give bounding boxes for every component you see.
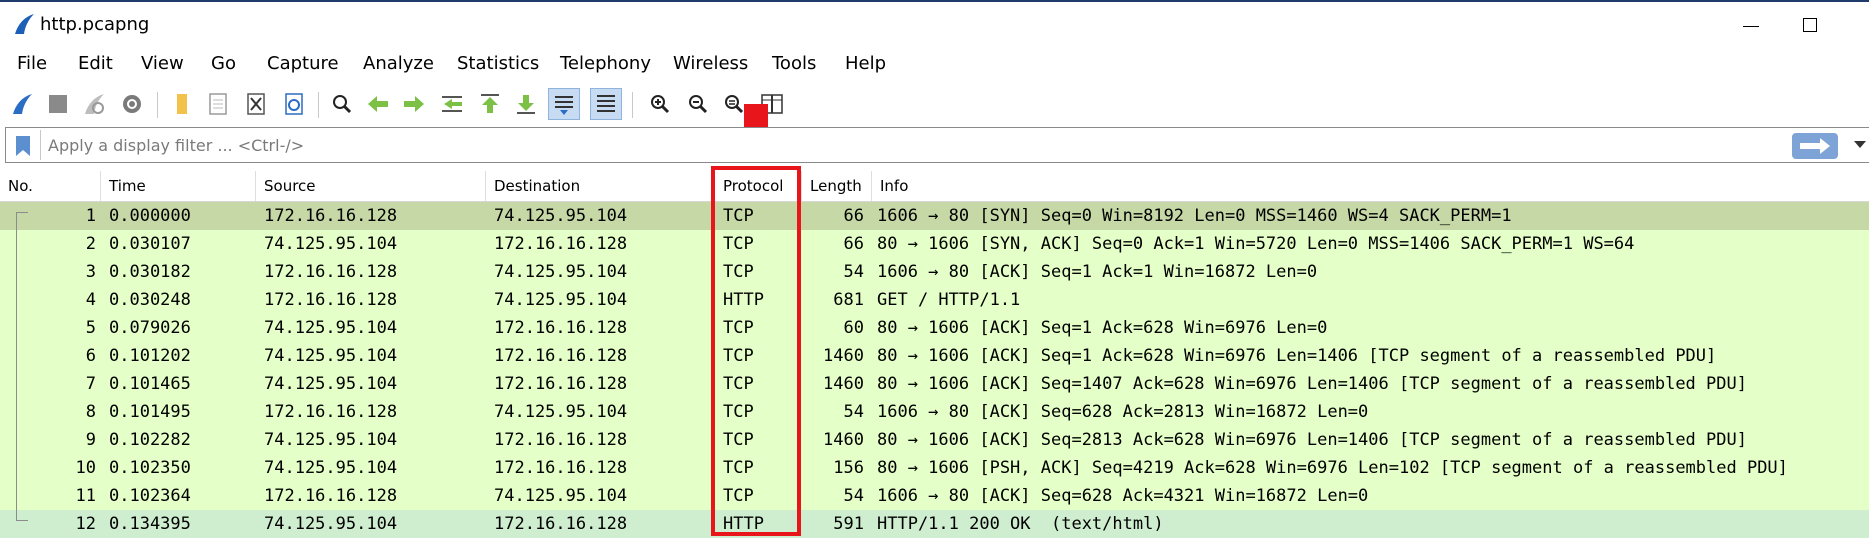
find-packet-icon[interactable] xyxy=(326,88,358,120)
packet-info: 1606 → 80 [SYN] Seq=0 Win=8192 Len=0 MSS… xyxy=(877,206,1512,226)
zoom-in-icon[interactable] xyxy=(644,88,676,120)
menu-edit[interactable]: Edit xyxy=(78,53,113,74)
packet-row[interactable]: 6 0.101202 74.125.95.104 172.16.16.128 T… xyxy=(0,342,1869,370)
conversation-tree-start xyxy=(16,212,28,213)
column-destination[interactable]: Destination xyxy=(486,171,715,201)
wireshark-fin-icon xyxy=(15,14,34,34)
packet-info: 1606 → 80 [ACK] Seq=628 Ack=4321 Win=168… xyxy=(877,486,1369,506)
menu-capture[interactable]: Capture xyxy=(267,53,339,74)
arrow-right-icon xyxy=(1800,138,1830,154)
packet-row[interactable]: 10 0.102350 74.125.95.104 172.16.16.128 … xyxy=(0,454,1869,482)
toolbar-separator xyxy=(318,92,319,118)
maximize-button[interactable] xyxy=(1803,18,1817,32)
packet-info: HTTP/1.1 200 OK (text/html) xyxy=(877,514,1164,534)
packet-info: 80 → 1606 [ACK] Seq=1 Ack=628 Win=6976 L… xyxy=(877,346,1717,366)
menu-file[interactable]: File xyxy=(17,53,47,74)
toolbar-separator xyxy=(157,92,158,118)
go-to-packet-icon[interactable] xyxy=(436,88,468,120)
go-forward-icon[interactable] xyxy=(398,88,430,120)
conversation-tree-end xyxy=(16,520,28,521)
packet-row[interactable]: 9 0.102282 74.125.95.104 172.16.16.128 T… xyxy=(0,426,1869,454)
menu-tools[interactable]: Tools xyxy=(772,53,816,74)
menu-statistics[interactable]: Statistics xyxy=(457,53,539,74)
packet-list-header: No. Time Source Destination Protocol Len… xyxy=(0,171,1869,202)
display-filter-input[interactable] xyxy=(42,128,1782,162)
filter-separator xyxy=(40,130,41,160)
main-toolbar xyxy=(0,84,1869,122)
packet-row[interactable]: 5 0.079026 74.125.95.104 172.16.16.128 T… xyxy=(0,314,1869,342)
packet-row[interactable]: 2 0.030107 74.125.95.104 172.16.16.128 T… xyxy=(0,230,1869,258)
start-capture-icon[interactable] xyxy=(6,88,38,120)
protocol-column-highlight xyxy=(711,166,801,536)
packet-info: GET / HTTP/1.1 xyxy=(877,290,1021,310)
restart-capture-icon[interactable] xyxy=(78,88,110,120)
title-bar: http.pcapng xyxy=(0,0,1869,44)
filter-dropdown-icon[interactable] xyxy=(1854,141,1866,148)
conversation-tree-line xyxy=(16,212,17,520)
column-info[interactable]: Info xyxy=(872,171,1869,201)
capture-options-icon[interactable] xyxy=(116,88,148,120)
packet-row[interactable]: 4 0.030248 172.16.16.128 74.125.95.104 H… xyxy=(0,286,1869,314)
close-file-icon[interactable] xyxy=(240,88,272,120)
menu-view[interactable]: View xyxy=(141,53,184,74)
packet-info: 1606 → 80 [ACK] Seq=1 Ack=1 Win=16872 Le… xyxy=(877,262,1318,282)
packet-row[interactable]: 7 0.101465 74.125.95.104 172.16.16.128 T… xyxy=(0,370,1869,398)
minimize-button[interactable] xyxy=(1743,26,1759,27)
last-packet-icon[interactable] xyxy=(510,88,542,120)
packet-info: 80 → 1606 [PSH, ACK] Seq=4219 Ack=628 Wi… xyxy=(877,458,1788,478)
stop-capture-icon[interactable] xyxy=(42,88,74,120)
menu-bar: File Edit View Go Capture Analyze Statis… xyxy=(0,46,1869,80)
open-file-icon[interactable] xyxy=(166,88,198,120)
bookmark-icon[interactable] xyxy=(14,134,32,158)
packet-row[interactable]: 12 0.134395 74.125.95.104 172.16.16.128 … xyxy=(0,510,1869,538)
toolbar-separator xyxy=(632,92,633,118)
menu-help[interactable]: Help xyxy=(845,53,886,74)
column-length[interactable]: Length xyxy=(802,171,872,201)
packet-row[interactable]: 11 0.102364 172.16.16.128 74.125.95.104 … xyxy=(0,482,1869,510)
autoscroll-icon[interactable] xyxy=(548,88,580,120)
packet-info: 80 → 1606 [ACK] Seq=1 Ack=628 Win=6976 L… xyxy=(877,318,1328,338)
column-no[interactable]: No. xyxy=(0,171,101,201)
window-title: http.pcapng xyxy=(40,14,150,35)
first-packet-icon[interactable] xyxy=(474,88,506,120)
packet-info: 80 → 1606 [SYN, ACK] Seq=0 Ack=1 Win=572… xyxy=(877,234,1635,254)
zoom-out-icon[interactable] xyxy=(682,88,714,120)
packet-row[interactable]: 1 0.000000 172.16.16.128 74.125.95.104 T… xyxy=(0,202,1869,230)
packet-info: 80 → 1606 [ACK] Seq=1407 Ack=628 Win=697… xyxy=(877,374,1747,394)
go-back-icon[interactable] xyxy=(362,88,394,120)
packet-info: 1606 → 80 [ACK] Seq=628 Ack=2813 Win=168… xyxy=(877,402,1369,422)
colorize-icon[interactable] xyxy=(590,88,622,120)
column-source[interactable]: Source xyxy=(256,171,486,201)
menu-telephony[interactable]: Telephony xyxy=(560,53,651,74)
apply-filter-button[interactable] xyxy=(1792,133,1838,159)
packet-row[interactable]: 3 0.030182 172.16.16.128 74.125.95.104 T… xyxy=(0,258,1869,286)
menu-go[interactable]: Go xyxy=(211,53,236,74)
packet-info: 80 → 1606 [ACK] Seq=2813 Ack=628 Win=697… xyxy=(877,430,1747,450)
menu-wireless[interactable]: Wireless xyxy=(673,53,748,74)
display-filter-bar xyxy=(5,127,1869,163)
packet-row[interactable]: 8 0.101495 172.16.16.128 74.125.95.104 T… xyxy=(0,398,1869,426)
column-time[interactable]: Time xyxy=(101,171,256,201)
save-file-icon[interactable] xyxy=(202,88,234,120)
reload-file-icon[interactable] xyxy=(278,88,310,120)
menu-analyze[interactable]: Analyze xyxy=(363,53,434,74)
